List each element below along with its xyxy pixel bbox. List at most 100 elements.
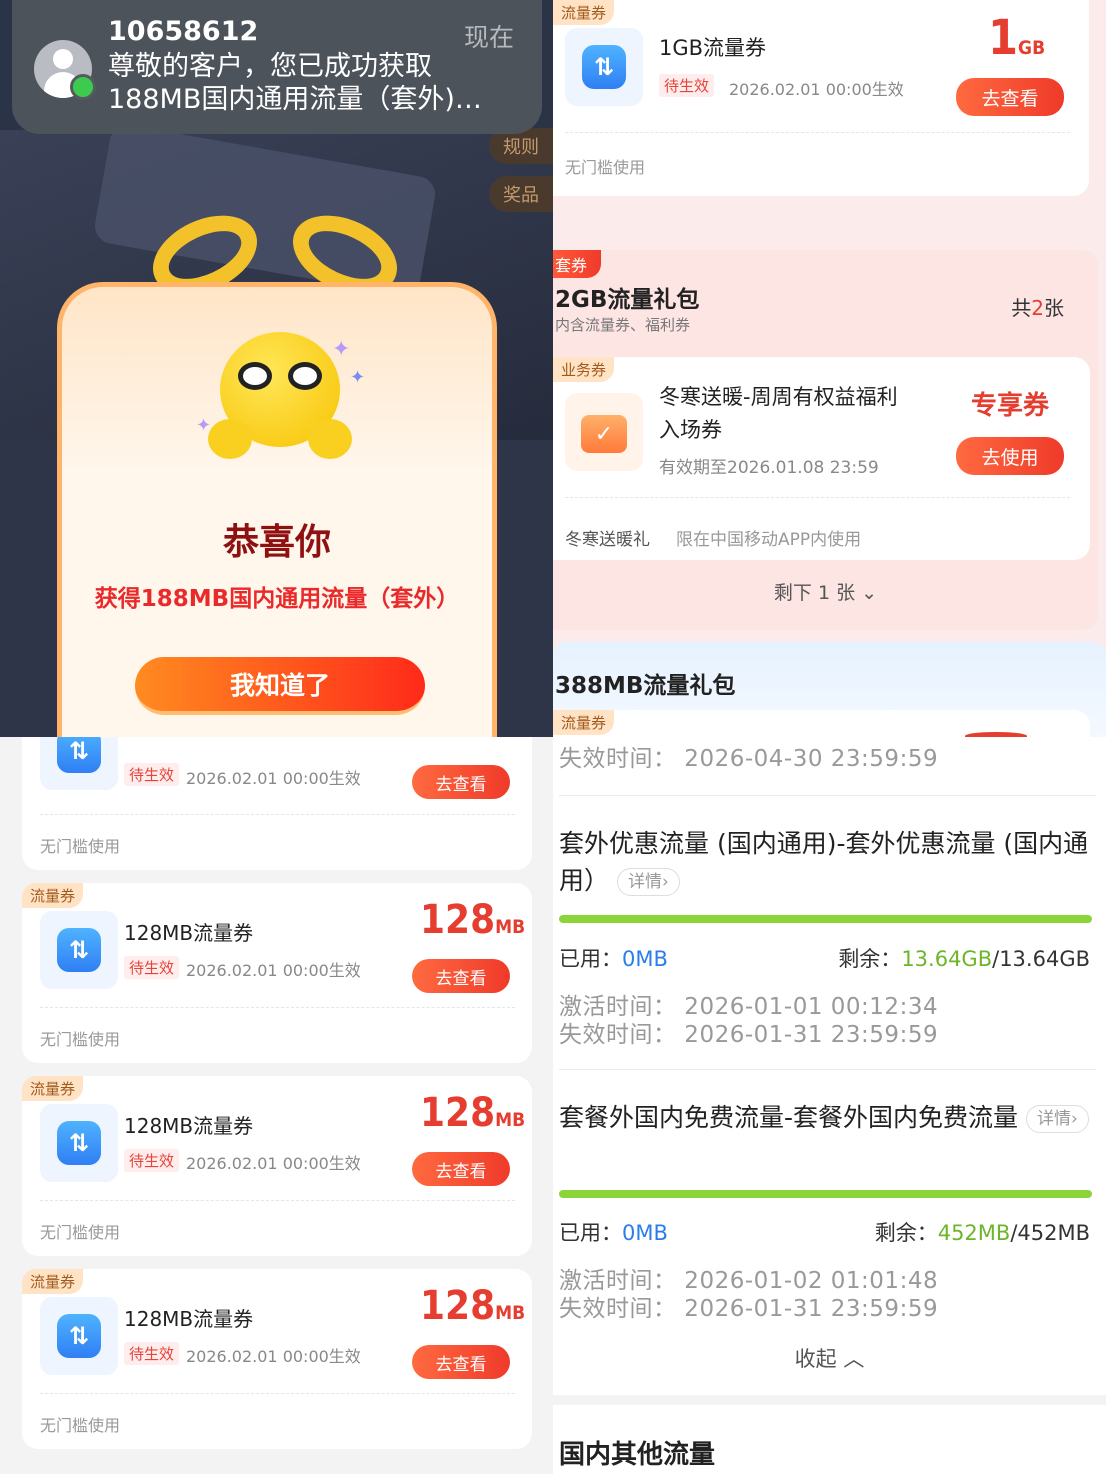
divider — [565, 132, 1070, 133]
usage-progress-bar — [559, 915, 1092, 923]
detail-button[interactable]: 详情› — [1025, 1105, 1089, 1133]
business-coupon-name: 冬寒送暖-周周有权益福利 入场券 — [659, 381, 898, 447]
coupon-name: 128MB流量券 — [124, 1307, 254, 1331]
view-button[interactable]: 去查看 — [412, 765, 510, 799]
coupon-tag: 流量券 — [553, 710, 615, 735]
chevron-down-icon: ⌄ — [861, 582, 878, 604]
used-amount: 已用：0MB — [559, 943, 668, 973]
expire-time: 失效时间： 2026-01-31 23:59:59 — [559, 1296, 939, 1322]
remaining-toggle[interactable]: 剩下 1 张 ⌄ — [553, 578, 1098, 605]
coupon-tag: 流量券 — [553, 0, 615, 25]
coupon-amount-unit: MB — [495, 1302, 526, 1324]
view-button[interactable]: 去查看 — [412, 1345, 510, 1379]
coupon-amount-value: 128 — [420, 897, 496, 943]
data-coupon-icon: ⇅ — [40, 1297, 118, 1375]
data-coupon-icon: ⇅ — [565, 28, 643, 106]
section-title: 国内其他流量 — [559, 1440, 716, 1470]
used-value: 0MB — [622, 947, 668, 971]
expire-time: 失效时间： 2026-04-30 23:59:59 — [559, 746, 939, 772]
package-title: 388MB流量礼包 — [555, 673, 736, 699]
package-count: 共2张 — [1011, 292, 1064, 321]
validity-date: 有效期至2026.01.08 23:59 — [659, 458, 879, 478]
divider — [565, 497, 1070, 498]
coupon-tag: 流量券 — [22, 1269, 84, 1294]
note-title: 冬寒送暖礼 — [565, 530, 650, 550]
remaining-label: 剩余： — [874, 1221, 938, 1245]
message-app-icon — [70, 74, 96, 100]
coupon-tag: 流量券 — [22, 1076, 84, 1101]
package-388mb: 388MB流量礼包 流量券 — [553, 642, 1106, 737]
coupon-note: 无门槛使用 — [40, 1030, 121, 1049]
coupon-date: 2026.02.01 00:00生效 — [186, 1347, 361, 1366]
mascot-icon — [208, 332, 352, 459]
collapse-label: 收起 — [794, 1347, 837, 1371]
usage-title-text: 套餐外国内免费流量-套餐外国内免费流量 — [559, 1103, 1019, 1132]
used-label: 已用： — [559, 1221, 622, 1245]
package-tag: 套券 — [553, 250, 602, 278]
name-line-1: 冬寒送暖-周周有权益福利 — [659, 385, 898, 409]
detail-label: 详情 — [1036, 1109, 1071, 1129]
sparkle-icon: ✦ — [350, 367, 366, 388]
count-suffix: 张 — [1044, 296, 1064, 320]
used-amount: 已用：0MB — [559, 1217, 668, 1247]
use-button[interactable]: 去使用 — [956, 437, 1064, 475]
notification-time: 现在 — [463, 23, 514, 52]
notification-body: 尊敬的客户，您已成功获取188MB国内通用流量（套外)… — [108, 51, 482, 115]
coupon-amount: 128MB — [420, 897, 525, 943]
coupon-amount-unit: MB — [495, 916, 526, 938]
divider — [40, 1200, 515, 1201]
view-button[interactable]: 去查看 — [956, 78, 1064, 116]
divider — [40, 1393, 515, 1394]
coupon-note: 无门槛使用 — [40, 1223, 121, 1242]
prize-button[interactable]: 奖品 — [489, 176, 553, 212]
business-coupon-card: 业务券 ✓ 冬寒送暖-周周有权益福利 入场券 有效期至2026.01.08 23:… — [553, 357, 1090, 560]
count-value: 2 — [1031, 296, 1044, 320]
status-badge: 待生效 — [124, 956, 180, 979]
remaining-label: 剩下 1 张 — [773, 582, 856, 604]
data-usage-screenshot: 失效时间： 2026-04-30 23:59:59 套外优惠流量 (国内通用)-… — [553, 737, 1106, 1474]
coupon-card-partial: 流量券 — [553, 710, 1090, 737]
sms-notification[interactable]: 10658612 现在 尊敬的客户，您已成功获取188MB国内通用流量（套外)… — [12, 0, 542, 134]
remaining-amount: 剩余：13.64GB/13.64GB — [838, 943, 1090, 973]
status-badge: 待生效 — [659, 74, 715, 97]
coupon-name: 128MB流量券 — [124, 1114, 254, 1138]
divider — [40, 1007, 515, 1008]
coupon-date: 2026.02.01 00:00生效 — [186, 961, 361, 980]
remaining-amount: 剩余：452MB/452MB — [875, 1217, 1090, 1247]
data-coupon-icon: ⇅ — [40, 1104, 118, 1182]
section-gap — [553, 1395, 1106, 1405]
coupon-packages-screenshot: 流量券 ⇅ 1GB流量券 待生效 2026.02.01 00:00生效 1GB … — [553, 0, 1106, 737]
divider — [559, 1069, 1096, 1070]
expire-time: 失效时间： 2026-01-31 23:59:59 — [559, 1022, 939, 1048]
coupon-amount: 128MB — [420, 1090, 525, 1136]
status-badge: 待生效 — [124, 1149, 180, 1172]
sparkle-icon: ✦ — [196, 415, 212, 436]
coupon-tag: 业务券 — [553, 357, 615, 382]
detail-button[interactable]: 详情› — [616, 868, 680, 896]
coupon-card: 流量券 ⇅ 128MB流量券 待生效 2026.02.01 00:00生效 12… — [22, 1269, 532, 1449]
coupon-tag: 流量券 — [22, 883, 84, 908]
total-value: /452MB — [1010, 1221, 1090, 1245]
usage-progress-bar — [559, 1190, 1092, 1198]
coupon-name: 128MB流量券 — [124, 921, 254, 945]
collapse-button[interactable]: 收起 ︿ — [553, 1343, 1106, 1373]
usage-item-title: 套外优惠流量 (国内通用)-套外优惠流量 (国内通用） 详情› — [559, 825, 1094, 899]
acknowledge-button[interactable]: 我知道了 — [135, 657, 425, 715]
coupon-list-screenshot: ⇅ 待生效 2026.02.01 00:00生效 去查看 无门槛使用 流量券 ⇅… — [0, 737, 553, 1474]
exclusive-label: 专享券 — [971, 391, 1050, 421]
coupon-note: 无门槛使用 — [40, 1416, 121, 1435]
coupon-date: 2026.02.01 00:00生效 — [186, 1154, 361, 1173]
remaining-label: 剩余： — [838, 947, 902, 971]
view-button[interactable]: 去查看 — [412, 1152, 510, 1186]
chevron-up-icon: ︿ — [843, 1347, 865, 1371]
count-prefix: 共 — [1011, 296, 1032, 320]
view-button[interactable]: 去查看 — [412, 959, 510, 993]
coupon-note: 无门槛使用 — [565, 158, 646, 177]
rule-label: 规则 — [503, 137, 539, 158]
popup-subtitle: 获得188MB国内通用流量（套外） — [94, 586, 460, 612]
coupon-date: 2026.02.01 00:00生效 — [186, 769, 361, 788]
coupon-note: 无门槛使用 — [40, 837, 121, 856]
coupon-card: 流量券 ⇅ 128MB流量券 待生效 2026.02.01 00:00生效 12… — [22, 1076, 532, 1256]
reward-popup-screenshot: 规则 奖品 10658612 现在 尊敬的客户，您已成功获取188MB国内通用流… — [0, 0, 553, 737]
used-value: 0MB — [622, 1221, 668, 1245]
